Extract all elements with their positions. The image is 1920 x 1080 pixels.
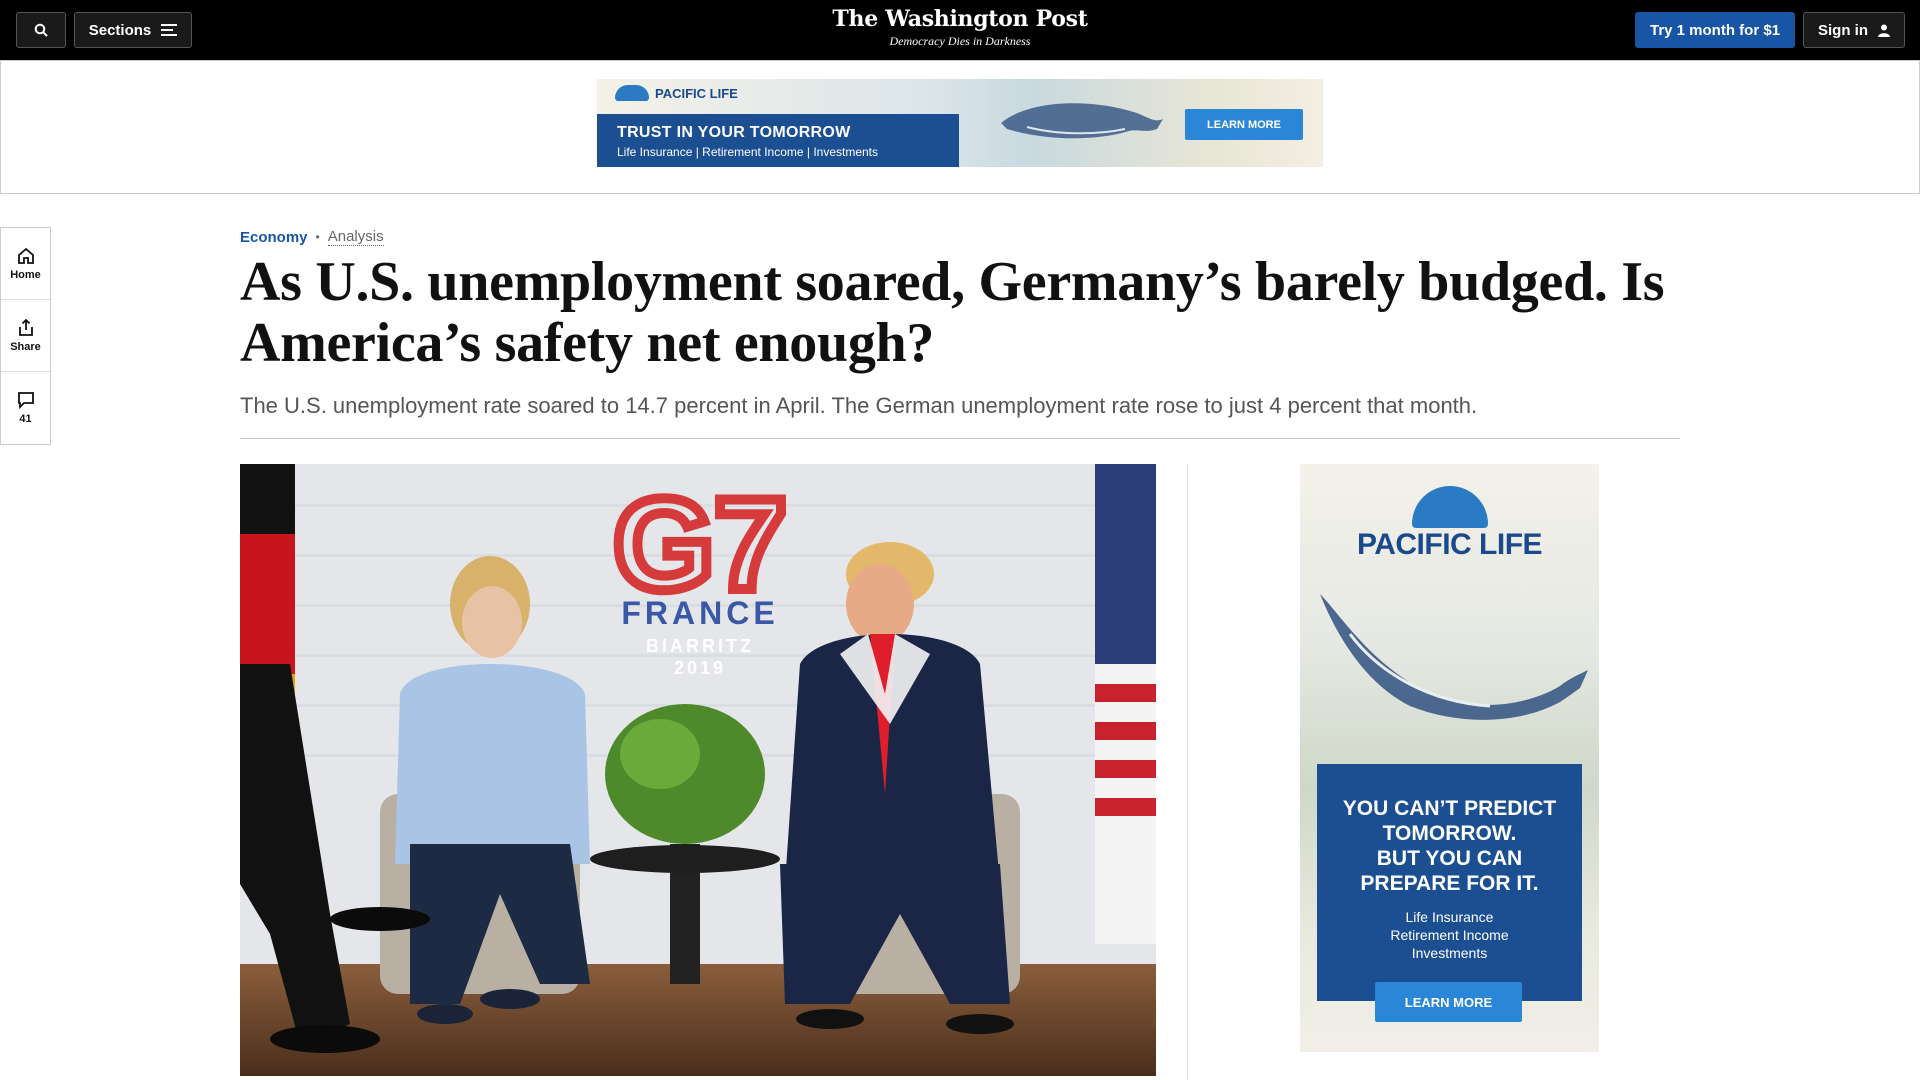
column-rule: [1187, 464, 1188, 1080]
comment-icon: [17, 392, 34, 409]
share-icon: [18, 318, 33, 336]
sections-label: Sections: [88, 21, 152, 39]
side-ad-headline: YOU CAN’T PREDICT TOMORROW. BUT YOU CAN …: [1342, 797, 1557, 895]
sections-button[interactable]: Sections: [74, 12, 192, 48]
section-link[interactable]: Economy: [240, 229, 308, 246]
g7-city-text: BIARRITZ: [646, 636, 754, 656]
sign-in-button[interactable]: Sign in: [1803, 12, 1905, 48]
top-nav-bar: Sections The Washington Post Democracy D…: [0, 0, 1920, 60]
side-ad-panel: YOU CAN’T PREDICT TOMORROW. BUT YOU CAN …: [1317, 764, 1582, 1001]
search-button[interactable]: [16, 12, 66, 48]
rail-share-button[interactable]: Share: [1, 300, 50, 372]
search-icon: [34, 23, 48, 37]
ad-brand-text: PACIFIC LIFE: [655, 85, 738, 101]
sidebar-ad[interactable]: PACIFIC LIFE YOU CAN’T PREDICT TOMORROW.…: [1300, 464, 1599, 1052]
rail-share-label: Share: [10, 340, 41, 353]
pacific-life-logo-icon: [615, 85, 649, 101]
home-icon: [17, 247, 34, 264]
top-banner-ad[interactable]: PACIFIC LIFE TRUST IN YOUR TOMORROW Life…: [597, 79, 1323, 167]
whale-illustration-icon: [1001, 103, 1163, 139]
side-ad-brand: PACIFIC LIFE: [1356, 528, 1543, 561]
lead-photo: G7 FRANCE BIARRITZ 2019: [240, 464, 1156, 1076]
g7-country-text: FRANCE: [621, 595, 778, 631]
article-dek: The U.S. unemployment rate soared to 14.…: [240, 393, 1478, 418]
analysis-label[interactable]: Analysis: [327, 228, 384, 246]
ad-subline: Life Insurance | Retirement Income | Inv…: [617, 145, 879, 159]
whale-illustration-icon: [1320, 594, 1588, 720]
lead-photo-illustration: G7 FRANCE BIARRITZ 2019: [240, 464, 1156, 1076]
header-divider: [240, 438, 1680, 439]
kicker-separator: •: [315, 230, 320, 244]
side-ad-learn-more-button[interactable]: LEARN MORE: [1375, 982, 1522, 1022]
user-icon: [1878, 24, 1890, 37]
ad-brand: PACIFIC LIFE: [615, 85, 738, 101]
rail-comments-count: 41: [19, 413, 32, 425]
pacific-life-logo-icon: [1412, 486, 1488, 528]
article-kicker: Economy • Analysis: [240, 228, 384, 246]
menu-icon: [161, 24, 178, 36]
article-headline: As U.S. unemployment soared, Germany’s b…: [240, 251, 1665, 374]
masthead-tagline: Democracy Dies in Darkness: [889, 34, 1031, 48]
rail-comments-button[interactable]: 41: [1, 372, 50, 444]
sign-in-label: Sign in: [1818, 21, 1868, 39]
side-ad-subline: Life Insurance Retirement Income Investm…: [1390, 909, 1509, 961]
masthead-logo[interactable]: The Washington Post Democracy Dies in Da…: [760, 6, 1160, 49]
ad-text-panel: TRUST IN YOUR TOMORROW Life Insurance | …: [597, 114, 959, 167]
g7-year-text: 2019: [674, 658, 726, 678]
rail-home-button[interactable]: Home: [1, 228, 50, 300]
rail-home-label: Home: [10, 268, 41, 281]
top-ad-container: PACIFIC LIFE TRUST IN YOUR TOMORROW Life…: [0, 60, 1920, 194]
ad-learn-more-button[interactable]: LEARN MORE: [1185, 109, 1303, 140]
ad-headline: TRUST IN YOUR TOMORROW: [617, 124, 851, 141]
subscribe-button[interactable]: Try 1 month for $1: [1635, 12, 1795, 48]
masthead-title: The Washington Post: [832, 6, 1088, 32]
left-action-rail: Home Share 41: [0, 227, 51, 445]
